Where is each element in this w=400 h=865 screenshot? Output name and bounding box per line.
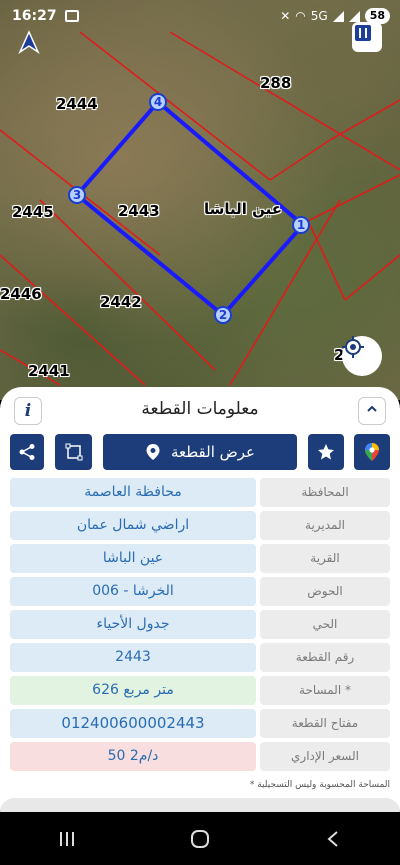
satellite-map[interactable]: 2444 288 2445 2443 عين الباشا 2446 2442 … bbox=[0, 0, 400, 400]
polygon-icon bbox=[65, 443, 82, 461]
screen-record-icon bbox=[64, 10, 79, 22]
vertex-marker-3: 3 bbox=[68, 186, 86, 204]
share-button[interactable] bbox=[10, 434, 44, 470]
network-type: 5G bbox=[310, 9, 328, 23]
neighborhood-value: جدول الأحياء bbox=[10, 610, 256, 639]
show-plot-button[interactable]: عرض القطعة bbox=[103, 434, 297, 470]
plot-label-2446[interactable]: 2446 bbox=[0, 285, 42, 303]
governorate-label: المحافظة bbox=[260, 478, 390, 507]
plot-label-2445[interactable]: 2445 bbox=[12, 203, 54, 221]
mute-icon: ✕ bbox=[280, 9, 291, 23]
status-time: 16:27 bbox=[12, 8, 57, 24]
crosshair-icon bbox=[342, 336, 364, 358]
signal-icon bbox=[332, 10, 344, 22]
governorate-value: محافظة العاصمة bbox=[10, 478, 256, 507]
village-label: القرية bbox=[260, 544, 390, 573]
google-maps-icon bbox=[365, 443, 379, 461]
directorate-value: اراضي شمال عمان bbox=[10, 511, 256, 540]
plot-number-value: 2443 bbox=[10, 643, 256, 672]
detail-row-area: 626 متر مربع المساحة * bbox=[10, 676, 390, 705]
directorate-label: المديرية bbox=[260, 511, 390, 540]
recent-apps-icon bbox=[59, 831, 74, 846]
back-icon bbox=[327, 830, 338, 847]
plot-label-2441[interactable]: 2441 bbox=[28, 362, 70, 380]
plot-label-2444[interactable]: 2444 bbox=[56, 95, 98, 113]
favorite-button[interactable] bbox=[308, 434, 344, 470]
share-icon bbox=[19, 444, 35, 460]
detail-row-governorate: محافظة العاصمة المحافظة bbox=[10, 478, 390, 507]
back-button[interactable] bbox=[303, 819, 363, 859]
plot-key-value: 012400600002443 bbox=[10, 709, 256, 738]
detail-row-plot-number: 2443 رقم القطعة bbox=[10, 643, 390, 672]
plot-number-label: رقم القطعة bbox=[260, 643, 390, 672]
basin-value: الخرشا - 006 bbox=[10, 577, 256, 606]
compass-button[interactable] bbox=[18, 30, 52, 60]
vertex-marker-2: 2 bbox=[214, 306, 232, 324]
detail-row-village: عين الباشا القرية bbox=[10, 544, 390, 573]
battery-indicator: 58 bbox=[364, 8, 390, 24]
plot-label-288[interactable]: 288 bbox=[260, 74, 291, 92]
status-bar: 16:27 ✕ ◠ 5G 58 bbox=[0, 0, 400, 32]
my-location-button[interactable] bbox=[342, 336, 382, 376]
plot-label-2442[interactable]: 2442 bbox=[100, 293, 142, 311]
wifi-icon: ◠ bbox=[295, 9, 306, 23]
location-pin-icon bbox=[146, 444, 160, 460]
detail-row-admin-price: 50 د/م2 السعر الإداري bbox=[10, 742, 390, 771]
system-navigation-bar bbox=[0, 812, 400, 865]
admin-price-label: السعر الإداري bbox=[260, 742, 390, 771]
village-value: عين الباشا bbox=[10, 544, 256, 573]
plot-label-2443[interactable]: 2443 bbox=[118, 202, 160, 220]
compass-icon bbox=[18, 30, 40, 54]
panel-title: معلومات القطعة bbox=[141, 399, 259, 419]
collapse-button[interactable] bbox=[358, 397, 386, 425]
home-button[interactable] bbox=[170, 819, 230, 859]
panel-header: i معلومات القطعة bbox=[0, 387, 400, 431]
show-plot-label: عرض القطعة bbox=[170, 443, 256, 461]
plot-key-label: مفتاح القطعة bbox=[260, 709, 390, 738]
detail-row-plot-key: 012400600002443 مفتاح القطعة bbox=[10, 709, 390, 738]
star-icon bbox=[318, 444, 334, 460]
admin-price-value: 50 د/م2 bbox=[10, 742, 256, 771]
village-label: عين الباشا bbox=[204, 200, 283, 218]
recent-apps-button[interactable] bbox=[37, 819, 97, 859]
basin-label: الحوض bbox=[260, 577, 390, 606]
area-value: 626 متر مربع bbox=[10, 676, 256, 705]
signal-icon-2 bbox=[348, 10, 360, 22]
polygon-button[interactable] bbox=[55, 434, 92, 470]
parcel-lines bbox=[0, 31, 400, 386]
area-footnote: * المساحة المحسوبة وليس التسجيلية bbox=[249, 780, 390, 790]
neighborhood-label: الحي bbox=[260, 610, 390, 639]
area-label: المساحة * bbox=[260, 676, 390, 705]
detail-row-neighborhood: جدول الأحياء الحي bbox=[10, 610, 390, 639]
bottom-sheet-peek[interactable] bbox=[0, 798, 400, 812]
chevron-up-icon bbox=[367, 405, 377, 412]
plot-info-panel: i معلومات القطعة عرض القطعة محافظة العاص… bbox=[0, 387, 400, 810]
detail-row-basin: الخرشا - 006 الحوض bbox=[10, 577, 390, 606]
vertex-marker-4: 4 bbox=[149, 93, 167, 111]
detail-row-directorate: اراضي شمال عمان المديرية bbox=[10, 511, 390, 540]
plot-details: محافظة العاصمة المحافظة اراضي شمال عمان … bbox=[10, 478, 390, 775]
home-icon bbox=[190, 829, 209, 848]
google-maps-button[interactable] bbox=[354, 434, 390, 470]
panel-toolbar: عرض القطعة bbox=[10, 434, 390, 470]
vertex-marker-1: 1 bbox=[292, 216, 310, 234]
